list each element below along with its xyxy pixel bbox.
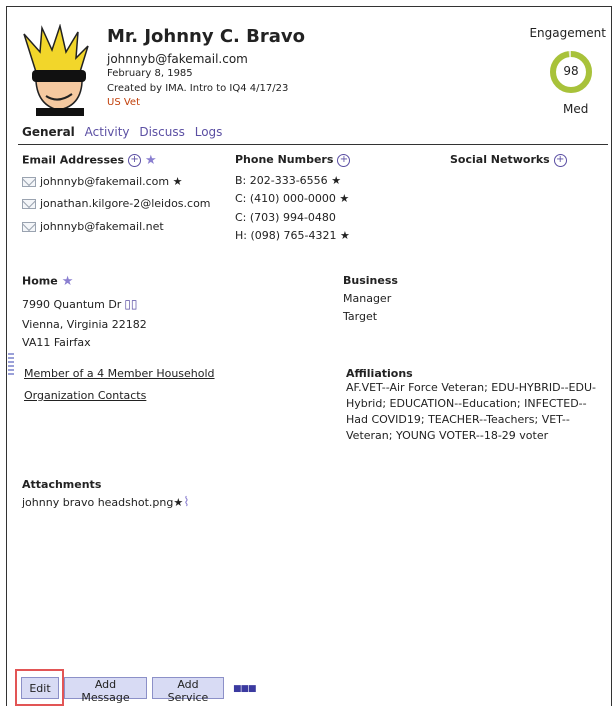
phone-number: H: (098) 765-4321 [235,229,337,242]
phone-title-label: Phone Numbers [235,153,334,166]
tab-activity[interactable]: Activity [85,125,130,139]
phone-item[interactable]: C: (410) 000-0000 ★ [235,192,349,205]
primary-star-icon: ★ [173,496,184,509]
engagement-level: Med [563,102,589,116]
contact-dob: February 8, 1985 [107,68,193,79]
map-icon[interactable]: ▯▯ [124,297,137,311]
star-icon[interactable]: ★ [145,153,157,168]
email-section-title: Email Addresses + ★ [22,153,157,168]
email-item[interactable]: johnnyb@fakemail.com ★ [22,175,183,188]
add-service-button[interactable]: Add Service [152,677,224,704]
org-contacts-link[interactable]: Organization Contacts [24,389,146,402]
vet-tag: US Vet [107,97,140,108]
attachment-filename: johnny bravo headshot.png [22,496,174,509]
contact-name: Mr. Johnny C. Bravo [107,26,305,47]
more-options-icon[interactable]: ■■■ [233,684,256,694]
street-text: 7990 Quantum Dr [22,298,122,311]
social-section-title: Social Networks + [450,153,567,167]
home-section-title: Home ★ [22,274,73,289]
email-item[interactable]: jonathan.kilgore-2@leidos.com [22,197,211,210]
affiliations-title: Affiliations [346,367,413,380]
edit-button[interactable]: Edit [21,677,59,699]
envelope-icon [22,222,36,232]
attachments-title: Attachments [22,478,102,491]
tab-logs[interactable]: Logs [195,125,223,139]
email-title-label: Email Addresses [22,153,125,167]
phone-number: B: 202-333-6556 [235,174,328,187]
tab-divider [18,144,608,145]
phone-item[interactable]: B: 202-333-6556 ★ [235,174,341,187]
business-role: Manager [343,292,392,305]
home-district: VA11 Fairfax [22,336,91,349]
phone-number: C: (703) 994-0480 [235,211,336,224]
phone-item[interactable]: C: (703) 994-0480 [235,211,336,224]
envelope-icon [22,177,36,187]
add-email-icon[interactable]: + [128,154,142,167]
household-link[interactable]: Member of a 4 Member Household [24,367,215,380]
home-street: 7990 Quantum Dr ▯▯ [22,297,138,311]
primary-star-icon: ★ [331,174,342,187]
business-org: Target [343,310,378,323]
home-city: Vienna, Virginia 22182 [22,318,147,331]
envelope-icon [22,199,36,209]
drag-handle[interactable] [8,353,14,375]
tab-general[interactable]: General [22,125,75,139]
avatar [18,24,98,116]
tab-discuss[interactable]: Discuss [139,125,185,139]
home-title-label: Home [22,274,58,288]
phone-number: C: (410) 000-0000 [235,192,336,205]
add-social-icon[interactable]: + [553,153,567,167]
add-message-button[interactable]: Add Message [64,677,147,704]
add-phone-icon[interactable]: + [337,153,351,167]
affiliations-text: AF.VET--Air Force Veteran; EDU-HYBRID--E… [346,381,596,442]
primary-star-icon: ★ [172,175,183,188]
social-title-label: Social Networks [450,153,550,166]
star-icon[interactable]: ★ [62,274,74,289]
phone-item[interactable]: H: (098) 765-4321 ★ [235,229,350,242]
attachment-item[interactable]: johnny bravo headshot.png★⌇ [22,495,190,510]
primary-star-icon: ★ [339,192,350,205]
engagement-label: Engagement [529,26,606,40]
business-section-title: Business [343,274,398,287]
email-item[interactable]: johnnyb@fakemail.net [22,220,164,233]
created-info: Created by IMA. Intro to IQ4 4/17/23 [107,83,289,94]
primary-star-icon: ★ [340,229,350,242]
paperclip-icon[interactable]: ⌇ [183,495,189,510]
contact-email: johnnyb@fakemail.com [107,52,248,66]
phone-section-title: Phone Numbers + [235,153,351,167]
engagement-score: 98 [563,64,579,78]
tab-bar: General Activity Discuss Logs [22,125,228,139]
email-address: johnnyb@fakemail.com [40,175,170,188]
email-address: jonathan.kilgore-2@leidos.com [40,197,211,210]
email-address: johnnyb@fakemail.net [40,220,164,233]
